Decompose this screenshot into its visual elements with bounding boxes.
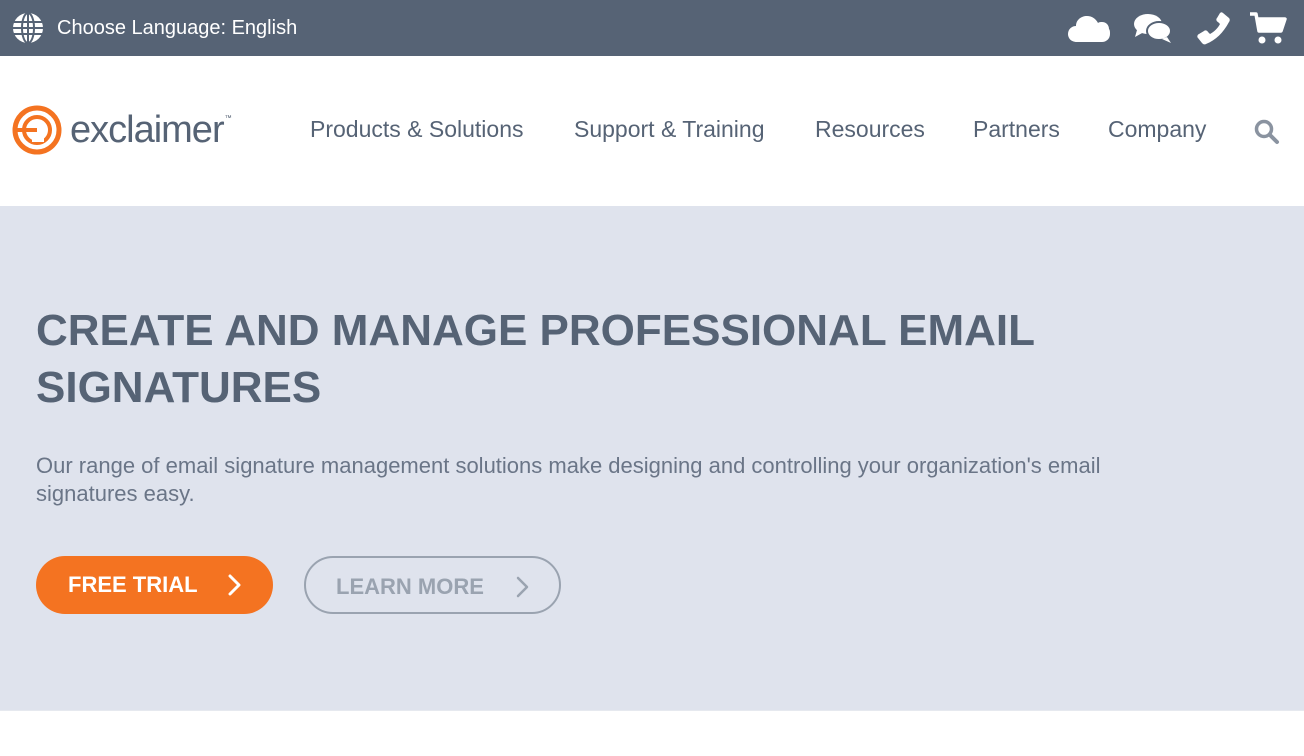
nav-partners[interactable]: Partners: [973, 116, 1060, 143]
phone-icon[interactable]: [1196, 0, 1232, 56]
main-header: exclaimer ™ Products & Solutions Support…: [0, 56, 1304, 206]
nav-resources[interactable]: Resources: [815, 116, 925, 143]
top-utility-bar: Choose Language: English: [0, 0, 1304, 56]
language-selector[interactable]: Choose Language: English: [11, 11, 297, 45]
trademark-symbol: ™: [224, 115, 232, 122]
search-icon[interactable]: [1254, 119, 1280, 150]
brand-logo[interactable]: exclaimer ™: [12, 105, 232, 160]
cart-icon[interactable]: [1248, 0, 1288, 56]
learn-more-button[interactable]: LEARN MORE: [304, 556, 561, 614]
section-divider: [0, 710, 1304, 711]
hero-title: CREATE AND MANAGE PROFESSIONAL EMAIL SIG…: [36, 306, 1035, 412]
chat-icon[interactable]: [1132, 0, 1174, 56]
globe-icon: [11, 11, 45, 45]
hero-subtitle: Our range of email signature management …: [36, 453, 1101, 506]
chevron-right-icon: [228, 574, 242, 602]
exclaimer-logo-icon: [12, 105, 62, 160]
hero-section: CREATE AND MANAGE PROFESSIONAL EMAIL SIG…: [0, 206, 1304, 710]
cloud-icon[interactable]: [1066, 0, 1112, 56]
learn-more-label: LEARN MORE: [336, 574, 484, 599]
chevron-right-icon: [516, 576, 530, 604]
nav-support-training[interactable]: Support & Training: [574, 116, 765, 143]
free-trial-button[interactable]: FREE TRIAL: [36, 556, 273, 614]
nav-products-solutions[interactable]: Products & Solutions: [310, 116, 524, 143]
language-label: Choose Language: English: [57, 16, 298, 39]
free-trial-label: FREE TRIAL: [68, 572, 198, 597]
brand-wordmark: exclaimer: [70, 109, 225, 151]
nav-company[interactable]: Company: [1108, 116, 1206, 143]
